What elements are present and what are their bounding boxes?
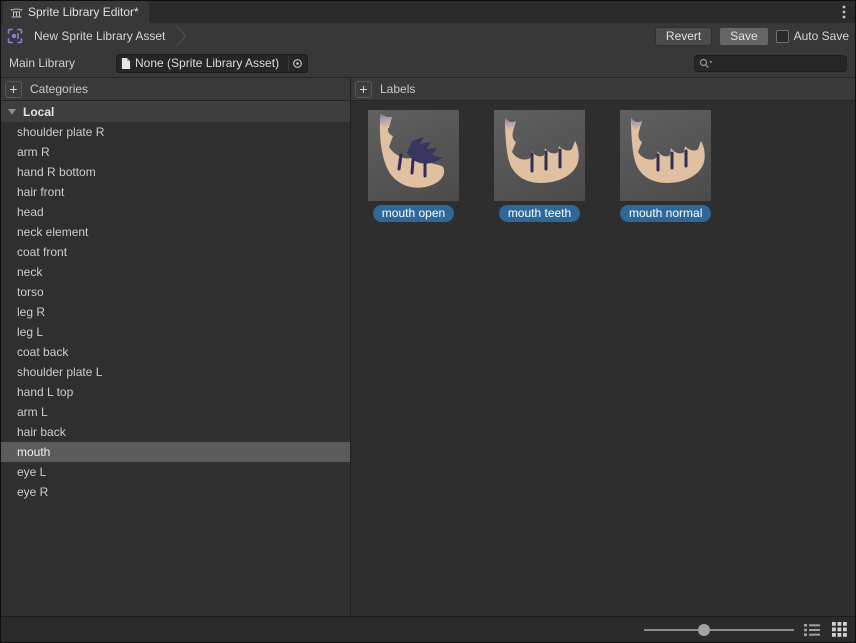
labels-grid: mouth open mouth teeth	[351, 101, 855, 222]
footer-bar	[1, 616, 855, 642]
sprite-card-mouth-open[interactable]: mouth open	[368, 110, 459, 222]
sprite-card-mouth-normal[interactable]: mouth normal	[620, 110, 711, 222]
category-row[interactable]: neck	[1, 262, 350, 282]
breadcrumb-chevron-icon	[175, 25, 187, 47]
sprite-library-editor-window: Sprite Library Editor* New Sprite Librar…	[0, 0, 856, 643]
category-row[interactable]: leg L	[1, 322, 350, 342]
list-view-button[interactable]	[803, 621, 821, 639]
grid-view-button[interactable]	[830, 621, 848, 639]
search-icon	[699, 58, 713, 69]
category-row[interactable]: arm R	[1, 142, 350, 162]
labels-header: + Labels	[351, 78, 855, 101]
sprite-thumbnail-mouth-teeth	[494, 110, 585, 201]
sprite-library-editor-icon	[10, 6, 23, 19]
main-library-row: Main Library None (Sprite Library Asset)	[1, 49, 855, 77]
labels-header-label: Labels	[380, 82, 415, 96]
search-input[interactable]	[716, 57, 842, 69]
category-row[interactable]: shoulder plate R	[1, 122, 350, 142]
category-row[interactable]: hair front	[1, 182, 350, 202]
label-pill[interactable]: mouth normal	[620, 205, 711, 222]
category-row[interactable]: arm L	[1, 402, 350, 422]
category-list: shoulder plate R arm R hand R bottom hai…	[1, 122, 350, 616]
categories-header-label: Categories	[30, 82, 88, 96]
search-field[interactable]	[694, 55, 847, 72]
tab-title: Sprite Library Editor*	[28, 5, 139, 19]
category-row[interactable]: neck element	[1, 222, 350, 242]
categories-panel: + Categories Local shoulder plate R arm …	[1, 78, 351, 616]
local-foldout[interactable]: Local	[1, 101, 350, 122]
categories-header: + Categories	[1, 78, 350, 101]
main-library-object-field[interactable]: None (Sprite Library Asset)	[116, 54, 308, 73]
content-area: + Categories Local shoulder plate R arm …	[1, 77, 855, 616]
sprite-thumbnail-mouth-normal	[620, 110, 711, 201]
toolbar: New Sprite Library Asset Revert Save Aut…	[1, 23, 855, 49]
breadcrumb[interactable]: New Sprite Library Asset	[30, 24, 189, 48]
label-pill[interactable]: mouth open	[373, 205, 454, 222]
object-field-value: None (Sprite Library Asset)	[135, 56, 284, 70]
local-foldout-label: Local	[23, 105, 54, 119]
category-row[interactable]: mouth	[1, 442, 350, 462]
add-label-button[interactable]: +	[355, 81, 372, 98]
asset-file-icon	[121, 57, 131, 70]
labels-panel: + Labels mouth ope	[351, 78, 855, 616]
category-row[interactable]: shoulder plate L	[1, 362, 350, 382]
category-row[interactable]: head	[1, 202, 350, 222]
tab-sprite-library-editor[interactable]: Sprite Library Editor*	[3, 1, 149, 23]
category-row[interactable]: eye L	[1, 462, 350, 482]
category-row[interactable]: eye R	[1, 482, 350, 502]
category-row[interactable]: hand R bottom	[1, 162, 350, 182]
tab-strip: Sprite Library Editor*	[1, 1, 855, 23]
foldout-triangle-icon	[7, 107, 17, 116]
thumbnail-size-slider[interactable]	[644, 623, 794, 637]
category-row[interactable]: coat back	[1, 342, 350, 362]
sprite-library-asset-icon	[7, 28, 23, 44]
main-library-label: Main Library	[9, 56, 116, 70]
kebab-menu-icon[interactable]	[833, 1, 855, 23]
breadcrumb-label: New Sprite Library Asset	[34, 29, 165, 43]
auto-save-checkbox[interactable]	[776, 30, 789, 43]
category-row[interactable]: hand L top	[1, 382, 350, 402]
sprite-thumbnail-mouth-open	[368, 110, 459, 201]
object-picker-icon[interactable]	[288, 56, 305, 71]
revert-button[interactable]: Revert	[655, 27, 712, 46]
slider-track[interactable]	[644, 629, 794, 631]
category-row[interactable]: hair back	[1, 422, 350, 442]
save-button[interactable]: Save	[719, 27, 768, 46]
category-row[interactable]: coat front	[1, 242, 350, 262]
category-row[interactable]: leg R	[1, 302, 350, 322]
add-category-button[interactable]: +	[5, 81, 22, 98]
label-pill[interactable]: mouth teeth	[499, 205, 580, 222]
auto-save-label: Auto Save	[794, 29, 849, 43]
category-row[interactable]: torso	[1, 282, 350, 302]
sprite-card-mouth-teeth[interactable]: mouth teeth	[494, 110, 585, 222]
thumbnail-size-slider-knob[interactable]	[698, 624, 710, 636]
